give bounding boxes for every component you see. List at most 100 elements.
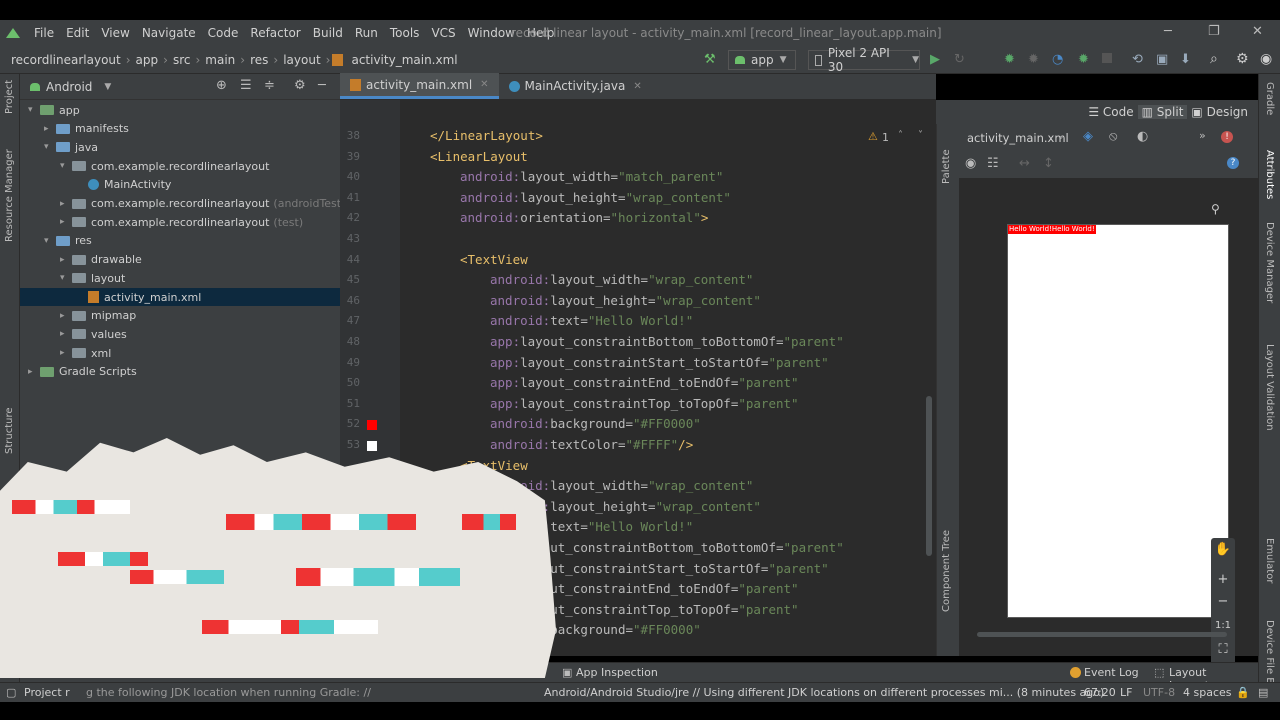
tree-item[interactable]: ▾ res [44, 232, 92, 250]
apply-changes-icon[interactable]: ✹ [1078, 52, 1089, 67]
pan-hand-icon[interactable]: ✋ [1211, 542, 1235, 557]
blueprint-icon[interactable]: ☷ [987, 156, 999, 171]
hide-panel-icon[interactable]: ─ [318, 78, 326, 93]
expand-arrow-icon[interactable]: ▸ [60, 311, 72, 321]
tree-item[interactable]: ▸ com.example.recordlinearlayout (androidT… [60, 195, 345, 213]
zoom-in-icon[interactable]: + [1211, 572, 1235, 587]
tab-main-activity-java[interactable]: MainActivity.java ✕ [499, 73, 652, 99]
device-preview[interactable]: Hello World!Hello World! [1007, 224, 1229, 618]
layout-validation-tool-tab[interactable]: Layout Validation [1264, 344, 1275, 431]
tree-item[interactable]: ▸ mipmap [60, 307, 136, 325]
preview-textview[interactable]: Hello World!Hello World! [1008, 225, 1096, 234]
menu-item-refactor[interactable]: Refactor [244, 26, 306, 40]
close-tab-icon[interactable]: ✕ [633, 81, 641, 92]
options-gear-icon[interactable]: ⚙ [294, 78, 306, 93]
indent-setting[interactable]: 4 spaces [1183, 686, 1232, 699]
breadcrumb-item[interactable]: src [170, 53, 194, 67]
lock-icon[interactable]: 🔒 [1236, 686, 1250, 699]
zoom-out-icon[interactable]: − [1211, 594, 1235, 609]
line-separator[interactable]: LF [1120, 686, 1132, 699]
close-window-button[interactable]: ✕ [1252, 24, 1263, 39]
design-mode-button[interactable]: ▣ Design [1187, 105, 1252, 119]
minimize-button[interactable]: ─ [1164, 24, 1172, 39]
menu-item-navigate[interactable]: Navigate [136, 26, 202, 40]
expand-arrow-icon[interactable]: ▾ [44, 236, 56, 246]
color-swatch-red[interactable] [367, 420, 377, 431]
component-tree-tool-tab[interactable]: Component Tree [941, 530, 952, 612]
breadcrumb-item[interactable]: layout [280, 53, 323, 67]
pin-icon[interactable]: ⚲ [1211, 202, 1220, 216]
menu-item-build[interactable]: Build [307, 26, 349, 40]
tree-item[interactable]: ▸ drawable [60, 251, 142, 269]
expand-arrow-icon[interactable]: ▸ [60, 329, 72, 339]
chevron-down-icon[interactable]: ˅ [918, 130, 923, 141]
expand-arrow-icon[interactable]: ▸ [60, 255, 72, 265]
menu-item-edit[interactable]: Edit [60, 26, 95, 40]
tree-item[interactable]: ▸ values [60, 325, 127, 343]
breadcrumb-item[interactable]: recordlinearlayout [8, 53, 124, 67]
resource-manager-tool-tab[interactable]: Resource Manager [4, 149, 15, 242]
file-encoding[interactable]: UTF-8 [1143, 686, 1175, 699]
settings-gear-icon[interactable]: ⚙ [1236, 51, 1249, 67]
code-mode-button[interactable]: ☰ Code [1084, 105, 1137, 119]
run-config-select[interactable]: app ▼ [728, 50, 796, 70]
expand-arrow-icon[interactable]: ▾ [44, 142, 56, 152]
orientation-icon[interactable]: ⦸ [1109, 129, 1117, 144]
expand-arrow-icon[interactable]: ▾ [28, 105, 40, 115]
structure-tool-tab[interactable]: Structure [4, 407, 15, 454]
help-icon[interactable]: ? [1227, 157, 1239, 169]
hammer-icon[interactable]: ⚒ [704, 52, 716, 67]
expand-arrow-icon[interactable]: ▸ [60, 217, 72, 227]
device-select[interactable]: Pixel 2 API 30 ▼ [808, 46, 920, 74]
gradle-tool-tab[interactable]: Gradle [1264, 82, 1275, 115]
gradle-sync-icon[interactable]: ⟲ [1132, 52, 1143, 67]
split-mode-button[interactable]: ▥ Split [1137, 105, 1188, 119]
device-manager-tool-tab[interactable]: Device Manager [1264, 222, 1275, 303]
zoom-reset-button[interactable]: 1:1 [1211, 620, 1235, 631]
expand-icon[interactable]: » [1199, 129, 1206, 142]
tree-item[interactable]: ▸ manifests [44, 120, 129, 138]
vertical-constraint-icon[interactable]: ↕ [1043, 156, 1054, 171]
account-icon[interactable]: ◉ [1260, 51, 1272, 67]
error-icon[interactable]: ! [1221, 131, 1233, 143]
tree-item[interactable]: ▾ app [28, 101, 80, 119]
night-mode-icon[interactable]: ◐ [1137, 129, 1148, 144]
collapse-all-icon[interactable]: ≑ [264, 78, 275, 93]
breadcrumb-item[interactable]: app [133, 53, 162, 67]
close-tab-icon[interactable]: ✕ [480, 79, 488, 90]
design-canvas[interactable]: ⚲ Hello World!Hello World! ✋ + − 1:1 ⛶ [959, 178, 1239, 668]
caret-position[interactable]: 67:20 [1084, 686, 1116, 699]
tree-item[interactable]: ▸ xml [60, 344, 111, 362]
tree-item[interactable]: ▾ java [44, 138, 98, 156]
tree-item[interactable]: ▸ Gradle Scripts [28, 363, 137, 381]
event-log-tab[interactable]: Event Log [1084, 666, 1139, 679]
chevron-up-icon[interactable]: ˄ [898, 130, 903, 141]
expand-all-icon[interactable]: ☰ [240, 78, 252, 93]
project-tool-tab[interactable]: Project [4, 80, 15, 114]
editor-scrollbar[interactable] [926, 396, 932, 556]
locate-icon[interactable]: ⊕ [216, 78, 227, 93]
horizontal-constraint-icon[interactable]: ↔ [1019, 156, 1030, 171]
color-swatch-white[interactable] [367, 441, 377, 451]
menu-item-file[interactable]: File [28, 26, 60, 40]
menu-item-tools[interactable]: Tools [384, 26, 426, 40]
restore-button[interactable]: ❐ [1208, 24, 1220, 39]
memory-indicator-icon[interactable]: ▤ [1258, 686, 1268, 699]
layout-toggle-icon[interactable]: ▢ [6, 686, 16, 699]
tree-item[interactable]: MainActivity [76, 176, 171, 194]
app-inspection-tab[interactable]: App Inspection [576, 666, 658, 679]
expand-arrow-icon[interactable]: ▸ [60, 348, 72, 358]
search-icon[interactable]: ⌕ [1210, 51, 1218, 67]
rerun-icon[interactable]: ↻ [954, 52, 965, 67]
layout-file-select[interactable]: activity_main.xml [967, 131, 1069, 145]
expand-arrow-icon[interactable]: ▸ [44, 124, 56, 134]
design-surface-icon[interactable]: ◈ [1083, 129, 1093, 144]
tab-activity-main-xml[interactable]: activity_main.xml ✕ [340, 73, 499, 99]
breadcrumb-item[interactable]: res [247, 53, 271, 67]
expand-arrow-icon[interactable]: ▸ [60, 199, 72, 209]
emulator-tool-tab[interactable]: Emulator [1264, 538, 1275, 583]
run-icon[interactable]: ▶ [930, 52, 940, 67]
profile-icon[interactable]: ◔ [1052, 52, 1063, 67]
palette-tool-tab[interactable]: Palette [941, 149, 952, 184]
breadcrumb-item[interactable]: activity_main.xml [348, 53, 460, 67]
